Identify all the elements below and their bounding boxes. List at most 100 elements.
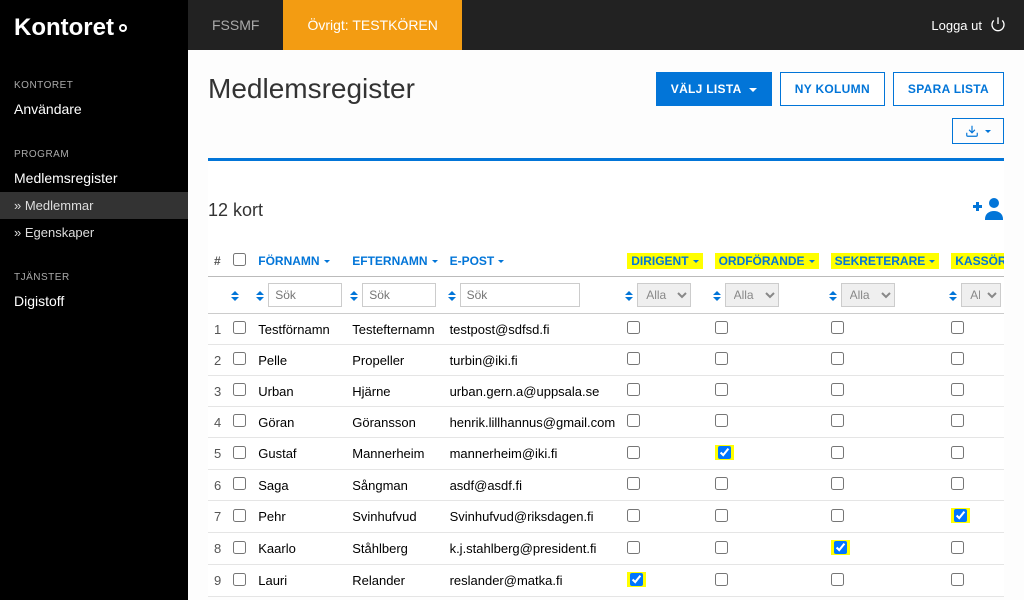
table-row: 3UrbanHjärneurban.gern.a@uppsala.se <box>208 376 1004 407</box>
row-kas-checkbox[interactable] <box>951 352 964 365</box>
panel: 12 kort # FÖRNAMN <box>208 158 1004 597</box>
row-select-checkbox[interactable] <box>233 477 246 490</box>
row-ord-checkbox[interactable] <box>715 321 728 334</box>
cell-email: k.j.stahlberg@president.fi <box>444 533 622 565</box>
table-row: 9LauriRelanderreslander@matka.fi <box>208 565 1004 597</box>
row-select-checkbox[interactable] <box>233 321 246 334</box>
col-sekreterare-label: SEKRETERARE <box>835 254 926 268</box>
new-column-button[interactable]: NY KOLUMN <box>780 72 885 106</box>
sort-icon[interactable] <box>713 291 721 301</box>
cell-first: Pelle <box>252 345 346 376</box>
select-list-button[interactable]: VÄLJ LISTA <box>656 72 772 106</box>
chevron-down-icon <box>324 260 330 263</box>
row-sek-checkbox[interactable] <box>831 321 844 334</box>
row-kas-checkbox[interactable] <box>954 509 967 522</box>
col-kassor-label: KASSÖR <box>955 254 1004 268</box>
row-dir-checkbox[interactable] <box>630 573 643 586</box>
cell-last: Relander <box>346 565 443 597</box>
tab-testkoren[interactable]: Övrigt: TESTKÖREN <box>283 0 461 50</box>
filter-email-input[interactable] <box>460 283 580 307</box>
row-select-checkbox[interactable] <box>233 509 246 522</box>
tab-fssmf[interactable]: FSSMF <box>188 0 283 50</box>
row-dir-checkbox[interactable] <box>627 383 640 396</box>
row-ord-checkbox[interactable] <box>715 383 728 396</box>
row-sek-checkbox[interactable] <box>831 477 844 490</box>
sidebar-subitem-egenskaper[interactable]: » Egenskaper <box>0 219 188 246</box>
col-ordforande-label: ORDFÖRANDE <box>719 254 805 268</box>
sort-icon[interactable] <box>625 291 633 301</box>
row-kas-checkbox[interactable] <box>951 414 964 427</box>
brand-text: Kontoret <box>14 14 114 42</box>
row-dir-checkbox[interactable] <box>627 509 640 522</box>
save-list-button[interactable]: SPARA LISTA <box>893 72 1004 106</box>
row-ord-checkbox[interactable] <box>715 573 728 586</box>
cell-first: Göran <box>252 407 346 438</box>
sort-icon[interactable] <box>829 291 837 301</box>
cell-email: reslander@matka.fi <box>444 565 622 597</box>
row-dir-checkbox[interactable] <box>627 477 640 490</box>
sort-icon[interactable] <box>448 291 456 301</box>
cell-email: testpost@sdfsd.fi <box>444 314 622 345</box>
row-ord-checkbox[interactable] <box>715 509 728 522</box>
row-select-checkbox[interactable] <box>233 541 246 554</box>
row-select-checkbox[interactable] <box>233 414 246 427</box>
row-dir-checkbox[interactable] <box>627 321 640 334</box>
row-sek-checkbox[interactable] <box>831 383 844 396</box>
sort-icon[interactable] <box>231 291 239 301</box>
row-ord-checkbox[interactable] <box>718 446 731 459</box>
row-select-checkbox[interactable] <box>233 573 246 586</box>
row-sek-checkbox[interactable] <box>831 446 844 459</box>
row-ord-checkbox[interactable] <box>715 541 728 554</box>
row-dir-checkbox[interactable] <box>627 352 640 365</box>
add-member-button[interactable] <box>972 195 1004 226</box>
row-sek-checkbox[interactable] <box>831 414 844 427</box>
row-ord-checkbox[interactable] <box>715 477 728 490</box>
col-last-label: EFTERNAMN <box>352 254 427 268</box>
row-sek-checkbox[interactable] <box>834 541 847 554</box>
row-select-checkbox[interactable] <box>233 383 246 396</box>
sidebar-subitem-medlemmar[interactable]: » Medlemmar <box>0 192 188 219</box>
row-sek-checkbox[interactable] <box>831 352 844 365</box>
filter-sekreterare-select[interactable]: Alla <box>841 283 895 307</box>
row-select-checkbox[interactable] <box>233 446 246 459</box>
main: FSSMF Övrigt: TESTKÖREN Logga ut Medlems… <box>188 0 1024 600</box>
select-all-checkbox[interactable] <box>233 253 246 266</box>
row-sek-checkbox[interactable] <box>831 573 844 586</box>
row-kas-checkbox[interactable] <box>951 573 964 586</box>
row-dir-checkbox[interactable] <box>627 414 640 427</box>
cell-first: Testförnamn <box>252 314 346 345</box>
logout-button[interactable]: Logga ut <box>913 0 1024 50</box>
row-kas-checkbox[interactable] <box>951 383 964 396</box>
nav-group-tjanster: TJÄNSTER <box>0 264 188 287</box>
filter-ordforande-select[interactable]: Alla <box>725 283 779 307</box>
sidebar-item-digistoff[interactable]: Digistoff <box>0 287 188 315</box>
row-select-checkbox[interactable] <box>233 352 246 365</box>
cell-last: Mannerheim <box>346 438 443 470</box>
sort-icon[interactable] <box>949 291 957 301</box>
row-number: 8 <box>208 533 227 565</box>
cell-first: Urban <box>252 376 346 407</box>
chevron-down-icon <box>693 260 699 263</box>
filter-dirigent-select[interactable]: Alla <box>637 283 691 307</box>
page-title: Medlemsregister <box>208 73 648 105</box>
download-icon <box>965 124 979 138</box>
row-kas-checkbox[interactable] <box>951 446 964 459</box>
row-dir-checkbox[interactable] <box>627 446 640 459</box>
row-kas-checkbox[interactable] <box>951 321 964 334</box>
filter-kassor-select[interactable]: Alla <box>961 283 1001 307</box>
row-kas-checkbox[interactable] <box>951 477 964 490</box>
row-ord-checkbox[interactable] <box>715 414 728 427</box>
row-number: 9 <box>208 565 227 597</box>
sort-icon[interactable] <box>350 291 358 301</box>
row-ord-checkbox[interactable] <box>715 352 728 365</box>
sidebar-item-anvandare[interactable]: Användare <box>0 95 188 123</box>
filter-last-input[interactable] <box>362 283 436 307</box>
row-kas-checkbox[interactable] <box>951 541 964 554</box>
sort-icon[interactable] <box>256 291 264 301</box>
download-button[interactable] <box>952 118 1004 144</box>
row-dir-checkbox[interactable] <box>627 541 640 554</box>
sidebar-item-medlemsregister[interactable]: Medlemsregister <box>0 164 188 192</box>
cell-last: Propeller <box>346 345 443 376</box>
filter-first-input[interactable] <box>268 283 342 307</box>
row-sek-checkbox[interactable] <box>831 509 844 522</box>
